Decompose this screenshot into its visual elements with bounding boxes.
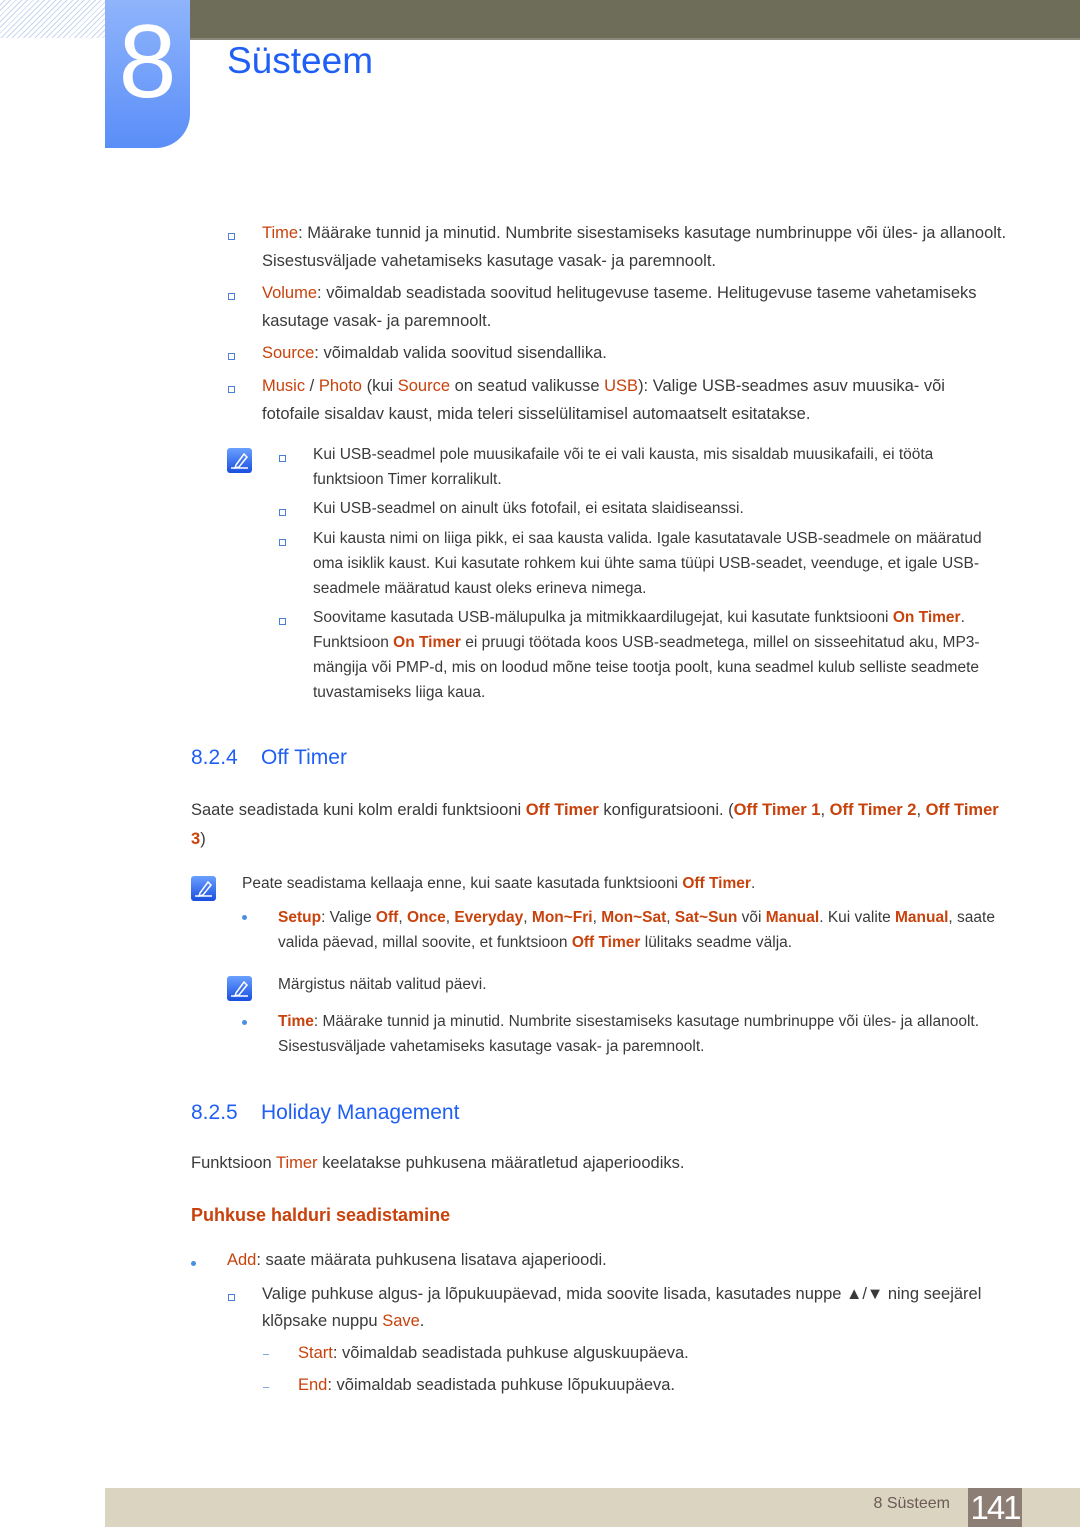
- time-item: Time: Määrake tunnid ja minutid. Numbrit…: [278, 1013, 980, 1055]
- sub-item-end: End: võimaldab seadistada puhkuse lõpuku…: [298, 1376, 676, 1394]
- subheading-holiday-setup: Puhkuse halduri seadistamine: [191, 1205, 451, 1225]
- page-number: 141: [968, 1488, 1022, 1527]
- square-bullet-icon: [228, 293, 235, 300]
- footer-chapter-label: 8 Süsteem: [873, 1495, 950, 1512]
- note-pencil-icon: [227, 448, 252, 473]
- list-item: Music / Photo (kui Source on seatud vali…: [262, 377, 945, 423]
- note-item: Kui USB-seadmel on ainult üks fotofail, …: [313, 500, 744, 517]
- dot-bullet-icon: [242, 1020, 247, 1025]
- square-bullet-icon: [279, 509, 286, 516]
- note-pencil-icon: [191, 876, 216, 901]
- list-item: Time: Määrake tunnid ja minutid. Numbrit…: [262, 224, 1007, 270]
- list-item: Source: võimaldab valida soovitud sisend…: [262, 344, 607, 362]
- note-item: Kui USB-seadmel pole muusikafaile või te…: [313, 446, 934, 488]
- header-bar: [190, 0, 1080, 40]
- footer-bar: 8 Süsteem: [105, 1488, 1080, 1527]
- holiday-intro: Funktsioon Timer keelatakse puhkusena mä…: [191, 1154, 685, 1172]
- term: Time: [262, 224, 299, 242]
- setup-item: Setup: Valige Off, Once, Everyday, Mon~F…: [278, 909, 995, 951]
- note-pencil-icon: [227, 976, 252, 1001]
- chapter-number: 8: [118, 4, 177, 120]
- off-timer-intro: Saate seadistada kuni kolm eraldi funkts…: [191, 801, 999, 848]
- square-bullet-icon: [279, 618, 286, 625]
- section-heading-off-timer: 8.2.4 Off Timer: [191, 746, 347, 769]
- step-item: Valige puhkuse algus- ja lõpukuupäevad, …: [262, 1285, 982, 1330]
- marking-note: Märgistus näitab valitud päevi.: [278, 976, 487, 993]
- dash-bullet-icon: [263, 1354, 269, 1355]
- term: Source: [262, 344, 315, 362]
- square-bullet-icon: [279, 455, 286, 462]
- add-item: Add: saate määrata puhkusena lisatava aj…: [227, 1251, 607, 1269]
- list-item: Volume: võimaldab seadistada soovitud he…: [262, 284, 977, 330]
- chapter-title: Süsteem: [227, 40, 374, 81]
- note-item: Kui kausta nimi on liiga pikk, ei saa ka…: [313, 530, 982, 597]
- note-item: Soovitame kasutada USB-mälupulka ja mitm…: [313, 609, 980, 701]
- square-bullet-icon: [228, 386, 235, 393]
- chapter-number-tab: 8: [105, 0, 190, 148]
- square-bullet-icon: [228, 1294, 235, 1301]
- sub-item-start: Start: võimaldab seadistada puhkuse algu…: [298, 1344, 689, 1362]
- section-heading-holiday-management: 8.2.5 Holiday Management: [191, 1101, 460, 1124]
- square-bullet-icon: [228, 233, 235, 240]
- off-timer-note: Peate seadistama kellaaja enne, kui saat…: [242, 875, 756, 892]
- square-bullet-icon: [228, 353, 235, 360]
- dash-bullet-icon: [263, 1387, 269, 1388]
- term: Volume: [262, 284, 318, 302]
- dot-bullet-icon: [242, 915, 247, 920]
- square-bullet-icon: [279, 539, 286, 546]
- header-stripe-pattern: [0, 0, 105, 38]
- dot-bullet-icon: [191, 1261, 196, 1266]
